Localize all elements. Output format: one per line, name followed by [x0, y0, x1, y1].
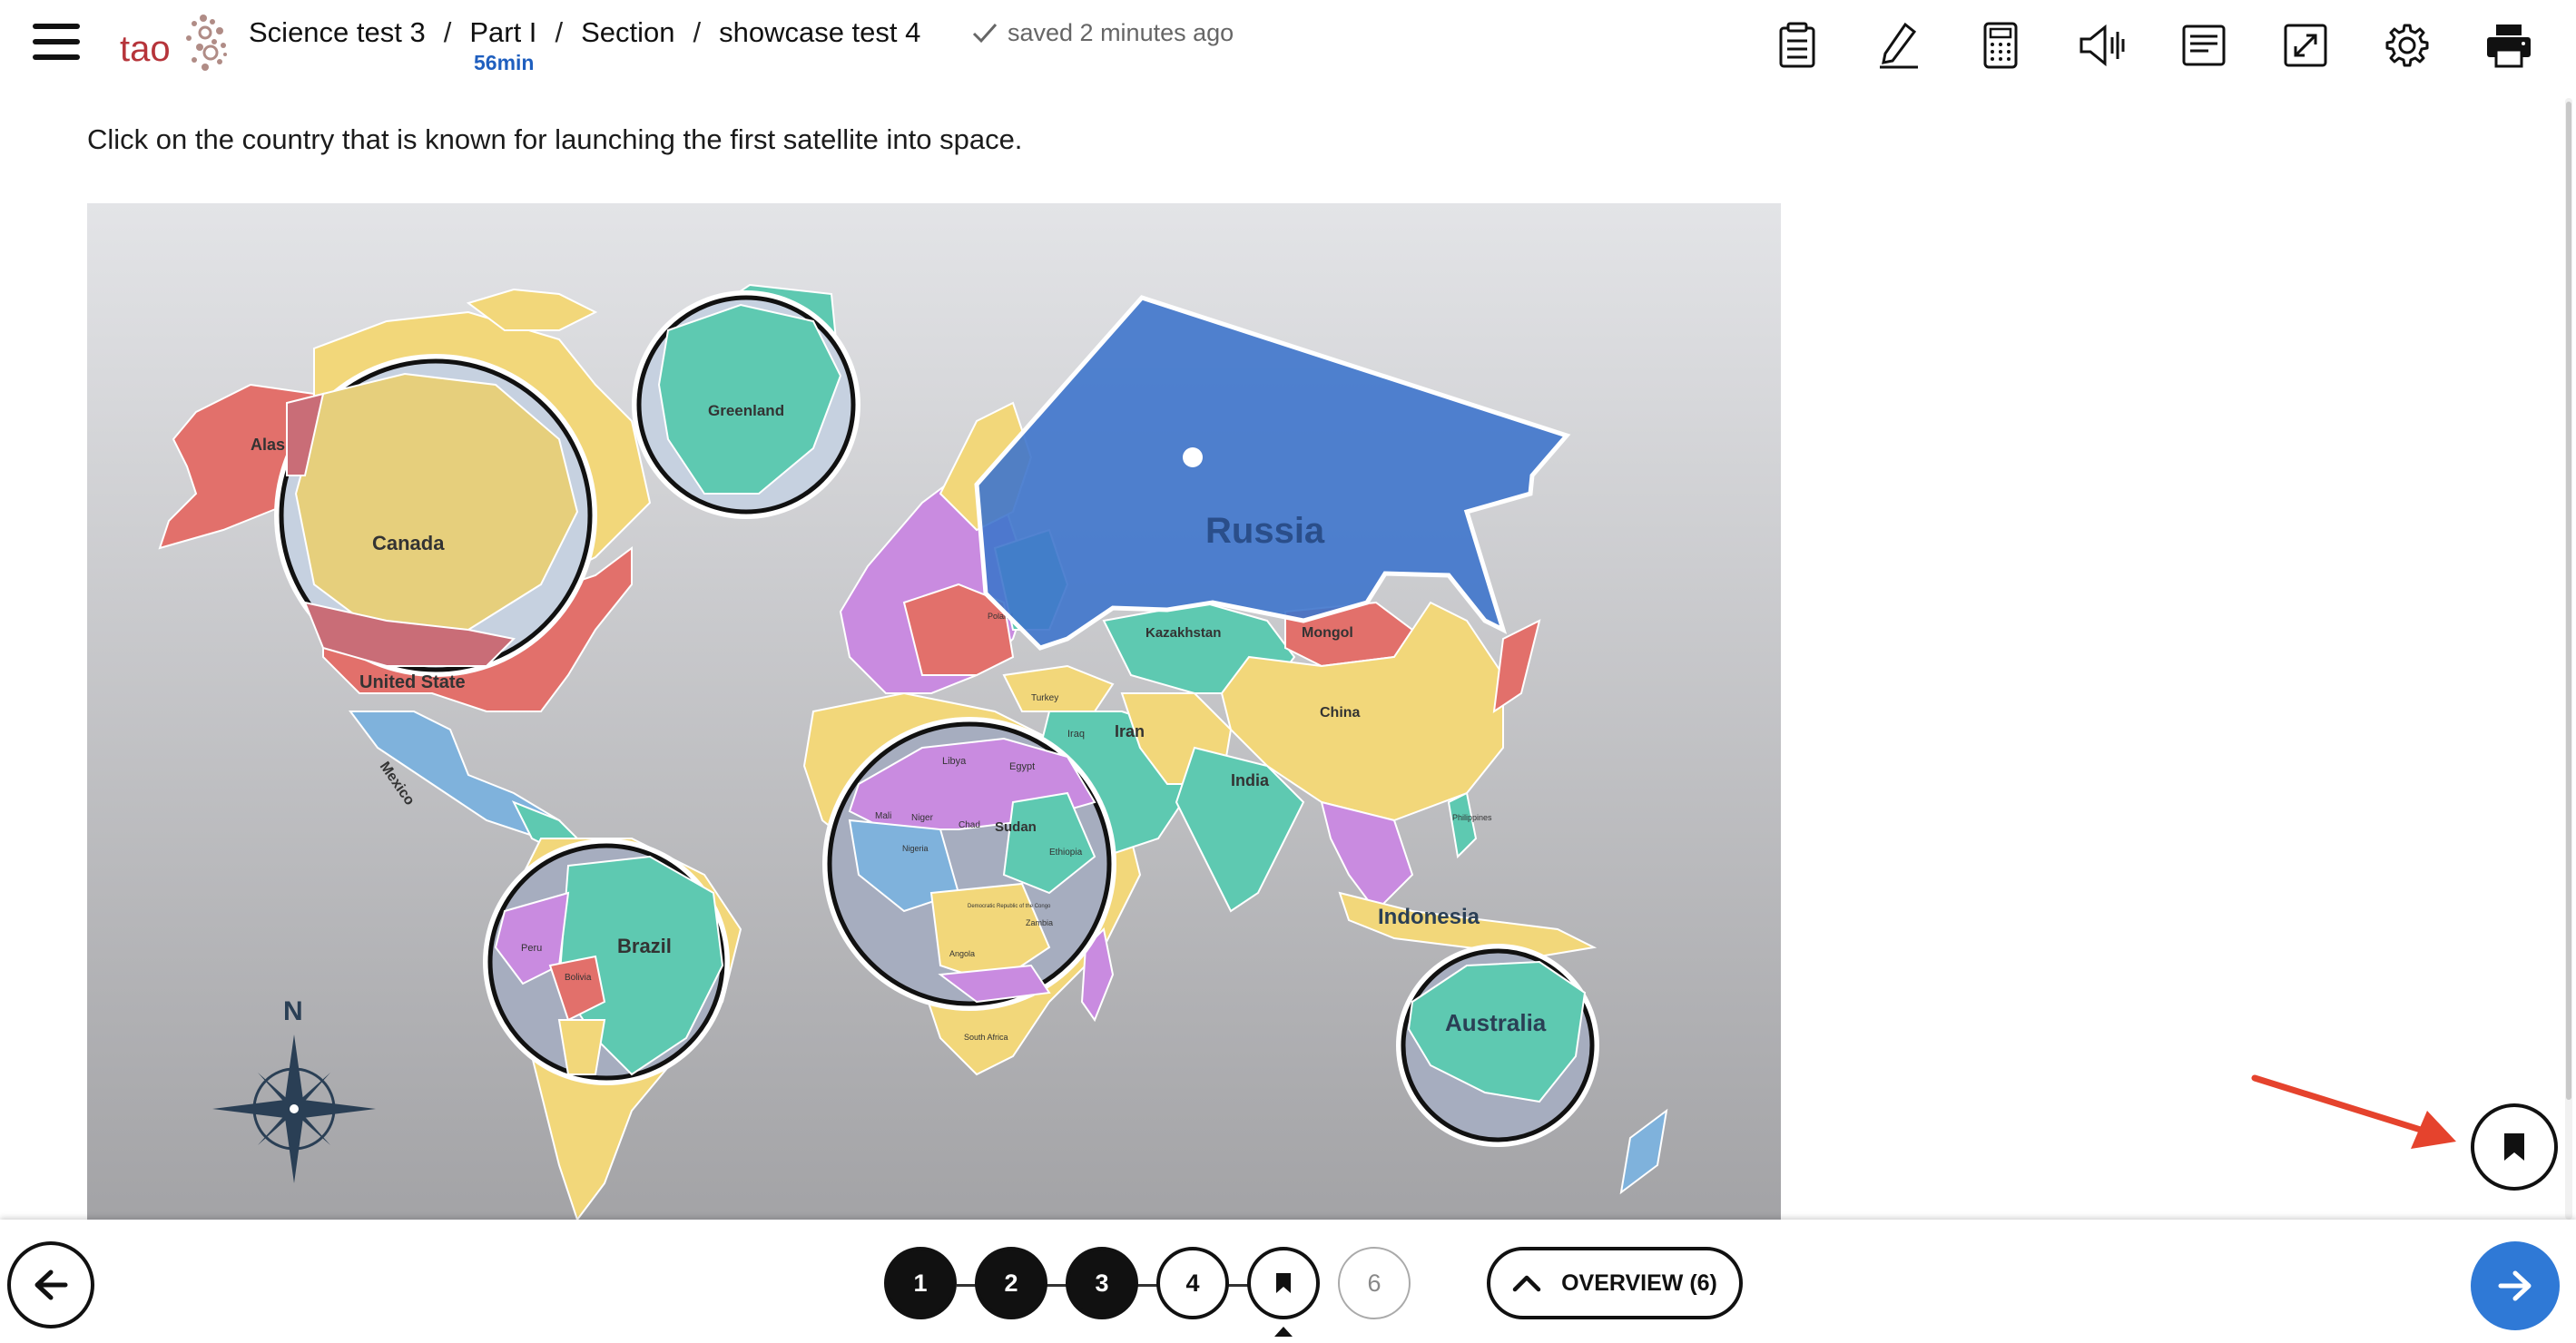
map-label-united-states: United State [359, 672, 466, 692]
breadcrumb-part: Part I [469, 16, 537, 48]
next-button[interactable] [2471, 1241, 2560, 1330]
chevron-up-icon [1512, 1275, 1541, 1292]
pager-item-6[interactable]: 6 [1338, 1247, 1411, 1319]
highlighter-icon [1880, 22, 1918, 69]
map-label-india: India [1231, 771, 1270, 789]
map-label-congo: Democratic Republic of the Congo [968, 904, 1051, 909]
map-label-iraq: Iraq [1067, 729, 1085, 740]
navigation-bar: 1 2 3 4 6 OVERVIEW (6) [0, 1220, 2576, 1343]
pager-item-3[interactable]: 3 [1066, 1247, 1138, 1319]
speaker-icon [2079, 24, 2125, 67]
scrollbar-thumb[interactable] [2566, 102, 2571, 1100]
menu-line [33, 54, 80, 60]
breadcrumb-section: Section [581, 16, 675, 48]
map-label-china: China [1320, 705, 1361, 721]
argentina-inset-land [557, 1019, 606, 1075]
save-status: saved 2 minutes ago [971, 15, 1234, 51]
map-label-sudan: Sudan [995, 819, 1037, 835]
map-label-canada: Canada [372, 532, 445, 554]
map-label-mongol: Mongol [1302, 625, 1353, 641]
arrow-right-icon [2498, 1270, 2532, 1301]
breadcrumb-separator: / [555, 16, 564, 48]
map-label-south-africa: South Africa [964, 1033, 1008, 1042]
map-label-kazakhstan: Kazakhstan [1145, 625, 1221, 641]
notepad-icon [1779, 22, 1815, 68]
flag-for-review-button[interactable] [2471, 1103, 2558, 1191]
bookmark-icon [1276, 1273, 1291, 1293]
save-status-text: saved 2 minutes ago [1008, 18, 1234, 46]
map-label-libya: Libya [942, 756, 967, 767]
map-label-iran: Iran [1115, 722, 1145, 740]
checkmark-icon [972, 24, 998, 44]
compass-north-label: N [283, 996, 303, 1026]
pager-item-2[interactable]: 2 [975, 1247, 1047, 1319]
settings-button[interactable] [2378, 16, 2436, 74]
selection-dot [1183, 447, 1203, 467]
calculator-button[interactable] [1971, 16, 2030, 74]
breadcrumb-item: showcase test 4 [719, 16, 921, 48]
fullscreen-icon [2284, 24, 2327, 67]
map-label-russia: Russia [1205, 511, 1325, 551]
map-label-turkey: Turkey [1031, 693, 1058, 703]
print-button[interactable] [2480, 16, 2538, 74]
previous-button[interactable] [7, 1241, 94, 1328]
bookmark-icon [2504, 1133, 2524, 1161]
overview-button[interactable]: OVERVIEW (6) [1487, 1247, 1743, 1319]
gear-icon [2385, 24, 2429, 67]
breadcrumb-separator: / [693, 16, 702, 48]
map-label-nigeria: Nigeria [902, 844, 929, 853]
header-bar: tao Science test 3 / Part I / Section / … [0, 0, 2576, 91]
breadcrumb-separator: / [443, 16, 452, 48]
highlighter-button[interactable] [1870, 16, 1928, 74]
line-reader-icon [2182, 25, 2226, 66]
map-label-zambia: Zambia [1026, 918, 1053, 927]
map-label-angola: Angola [949, 949, 975, 958]
answer-masking-button[interactable] [1768, 16, 1826, 74]
pager-item-4[interactable]: 4 [1156, 1247, 1229, 1319]
map-label-mali: Mali [875, 811, 891, 821]
tao-logo-text: tao [120, 29, 171, 69]
overview-label: OVERVIEW (6) [1561, 1269, 1717, 1296]
fullscreen-button[interactable] [2276, 16, 2335, 74]
menu-line [33, 24, 80, 29]
annotation-arrow-icon [2251, 1074, 2456, 1149]
map-label-egypt: Egypt [1009, 761, 1035, 772]
map-label-greenland: Greenland [708, 402, 784, 419]
current-item-caret-icon [1274, 1327, 1293, 1337]
map-label-peru: Peru [521, 943, 542, 954]
text-to-speech-button[interactable] [2073, 16, 2131, 74]
map-label-australia: Australia [1445, 1009, 1547, 1036]
map-label-niger: Niger [911, 813, 934, 823]
map-label-chad: Chad [959, 820, 980, 830]
calculator-icon [1983, 22, 2018, 69]
pager-item-current[interactable] [1247, 1247, 1320, 1319]
line-reader-button[interactable] [2175, 16, 2233, 74]
breadcrumb: Science test 3 / Part I / Section / show… [249, 13, 920, 53]
arrow-left-icon [34, 1269, 68, 1300]
map-label-philippines: Philippines [1452, 813, 1492, 822]
menu-line [33, 39, 80, 44]
map-label-indonesia: Indonesia [1378, 905, 1480, 929]
question-prompt: Click on the country that is known for l… [87, 123, 1023, 155]
timer: 56min [474, 51, 535, 74]
breadcrumb-test: Science test 3 [249, 16, 426, 48]
world-map-hotspot[interactable]: Poland Turkey Iraq Iran Kazakhstan Mongo… [87, 203, 1781, 1220]
map-label-alaska: Alas [251, 436, 285, 454]
map-label-ethiopia: Ethiopia [1049, 848, 1083, 858]
printer-icon [2487, 25, 2531, 68]
hamburger-menu-button[interactable] [33, 24, 80, 64]
map-label-brazil: Brazil [617, 935, 672, 957]
pager-item-1[interactable]: 1 [884, 1247, 957, 1319]
map-label-bolivia: Bolivia [565, 973, 592, 983]
